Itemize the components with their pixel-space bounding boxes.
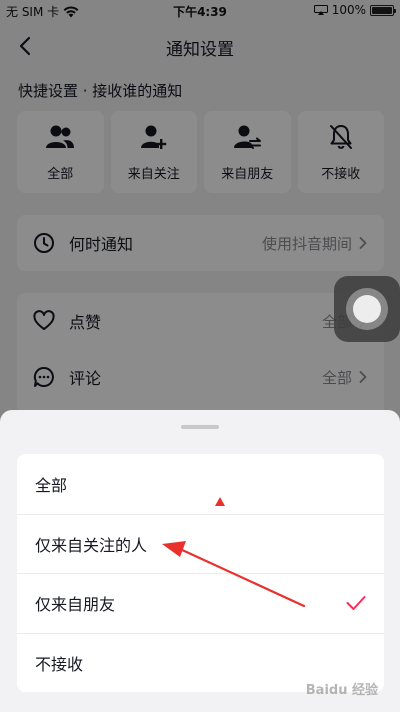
option-label: 仅来自关注的人	[35, 535, 148, 555]
sheet-options-card: 全部 仅来自关注的人 仅来自朋友 不接收	[17, 454, 384, 692]
assistive-touch-core	[353, 295, 381, 323]
bottom-sheet: 全部 仅来自关注的人 仅来自朋友 不接收	[0, 410, 400, 712]
option-friends-only[interactable]: 仅来自朋友	[17, 573, 384, 633]
option-label: 仅来自朋友	[35, 595, 116, 615]
assistive-touch-button[interactable]	[334, 276, 400, 342]
sheet-drag-handle[interactable]	[181, 425, 219, 429]
option-label: 全部	[35, 475, 68, 495]
option-all[interactable]: 全部	[17, 454, 384, 514]
checkmark-icon	[346, 596, 366, 610]
option-following-only[interactable]: 仅来自关注的人	[17, 513, 384, 574]
option-label: 不接收	[35, 654, 84, 674]
watermark-logo: Baidu 经验	[305, 683, 378, 698]
